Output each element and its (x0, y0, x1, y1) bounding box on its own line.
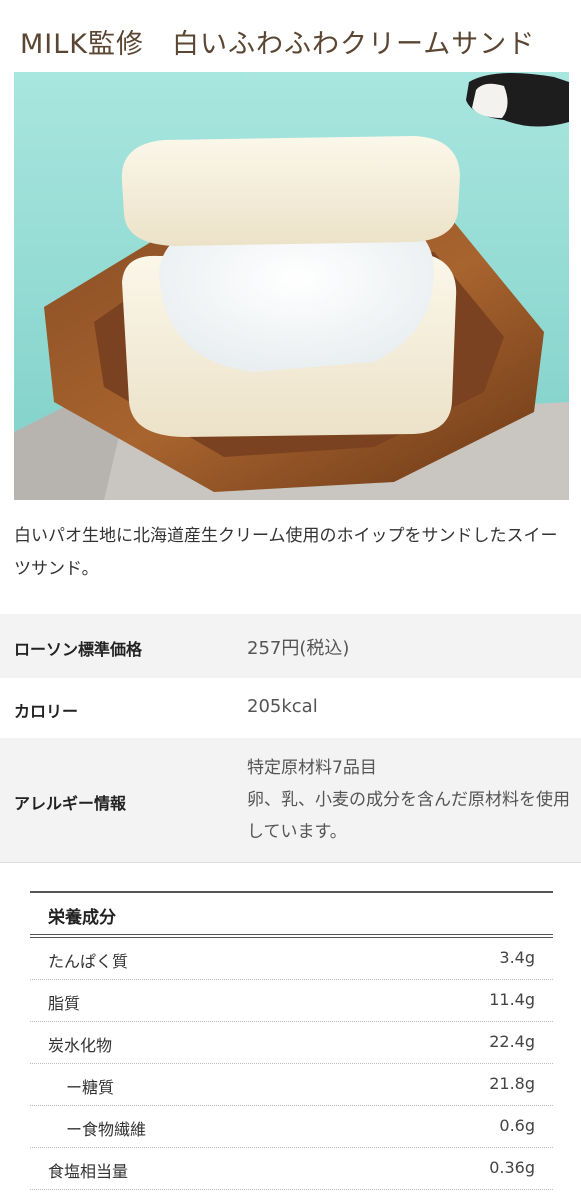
nutrition-row-carbohydrate: 炭水化物 22.4g (30, 1022, 553, 1064)
product-photo (14, 72, 569, 500)
nutrition-value: 21.8g (489, 1074, 535, 1093)
spec-label-calorie: カロリー (14, 702, 79, 721)
spec-label-allergy: アレルギー情報 (14, 794, 127, 813)
divider (0, 862, 581, 863)
page-title: MILK監修 白いふわふわクリームサンド (20, 29, 536, 60)
nutrition-label: 食塩相当量 (48, 1162, 129, 1181)
nutrition-label: ー糖質 (66, 1078, 115, 1097)
spec-value-allergy: 特定原材料7品目 卵、乳、小麦の成分を含んだ原材料を使用しています。 (247, 758, 570, 842)
nutrition-label: ー食物繊維 (66, 1120, 147, 1139)
nutrition-header: 栄養成分 (30, 893, 553, 934)
spec-value-price: 257円(税込) (247, 638, 350, 659)
nutrition-value: 3.4g (499, 948, 535, 967)
nutrition-value: 0.6g (499, 1116, 535, 1135)
spec-table: ローソン標準価格 257円(税込) カロリー 205kcal アレルギー情報 特… (0, 614, 581, 862)
product-description: 白いパオ生地に北海道産生クリーム使用のホイップをサンドしたスイーツサンド。 (14, 526, 558, 579)
nutrition-label: たんぱく質 (48, 952, 129, 971)
product-photo-illustration (14, 72, 569, 500)
spec-value-calorie: 205kcal (247, 696, 318, 717)
nutrition-row-fiber: ー食物繊維 0.6g (30, 1106, 553, 1148)
nutrition-row-fat: 脂質 11.4g (30, 980, 553, 1022)
nutrition-value: 11.4g (489, 990, 535, 1009)
nutrition-table: 栄養成分 たんぱく質 3.4g 脂質 11.4g 炭水化物 22.4g ー糖質 … (30, 891, 553, 1190)
nutrition-row-protein: たんぱく質 3.4g (30, 938, 553, 980)
spec-row-price: ローソン標準価格 257円(税込) (0, 614, 581, 678)
nutrition-header-label: 栄養成分 (48, 908, 116, 928)
spec-row-calorie: カロリー 205kcal (0, 678, 581, 738)
nutrition-row-sugar: ー糖質 21.8g (30, 1064, 553, 1106)
spec-row-allergy: アレルギー情報 特定原材料7品目 卵、乳、小麦の成分を含んだ原材料を使用していま… (0, 738, 581, 862)
nutrition-value: 22.4g (489, 1032, 535, 1051)
nutrition-label: 脂質 (48, 994, 81, 1013)
spec-label-price: ローソン標準価格 (14, 640, 143, 659)
nutrition-row-salt: 食塩相当量 0.36g (30, 1148, 553, 1190)
nutrition-label: 炭水化物 (48, 1036, 113, 1055)
nutrition-value: 0.36g (489, 1158, 535, 1177)
